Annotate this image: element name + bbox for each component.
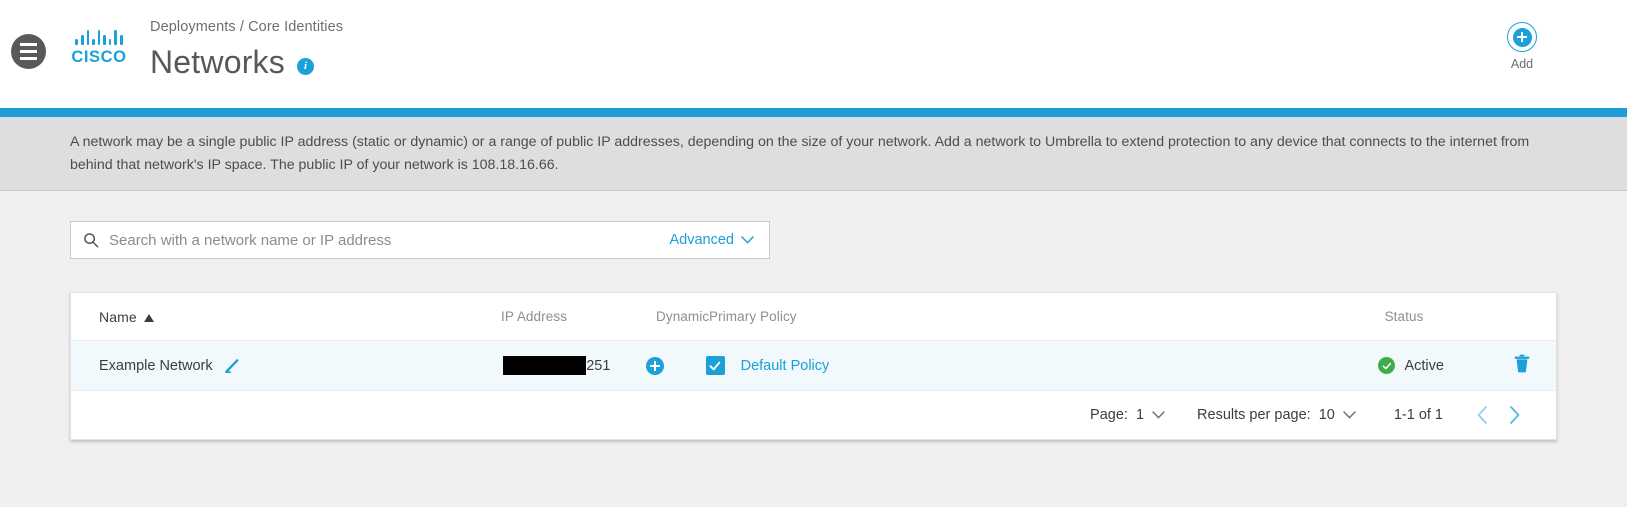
page-label: Page: bbox=[1090, 407, 1128, 423]
column-header-ip-address[interactable]: IP Address bbox=[501, 309, 656, 324]
info-banner-text: A network may be a single public IP addr… bbox=[70, 131, 1557, 177]
page-title-row: Networks i bbox=[150, 43, 314, 81]
page-selector[interactable]: Page: 1 bbox=[1090, 407, 1165, 423]
primary-policy-link[interactable]: Default Policy bbox=[741, 358, 830, 374]
plus-circle-small-icon[interactable] bbox=[646, 357, 664, 375]
cisco-wordmark: CISCO bbox=[63, 48, 135, 67]
breadcrumb[interactable]: Deployments / Core Identities bbox=[150, 19, 343, 35]
cisco-logo[interactable]: CISCO bbox=[63, 30, 135, 72]
plus-icon bbox=[1513, 28, 1532, 47]
chevron-down-icon bbox=[1343, 411, 1356, 419]
table-row[interactable]: Example Network 251 De bbox=[71, 341, 1556, 391]
dynamic-checkbox[interactable] bbox=[706, 356, 725, 375]
app-header: CISCO Deployments / Core Identities Netw… bbox=[0, 0, 1627, 108]
chevron-right-icon[interactable] bbox=[1509, 406, 1520, 424]
ip-redaction-bar bbox=[503, 356, 586, 375]
search-icon bbox=[83, 232, 99, 248]
chevron-left-icon[interactable] bbox=[1477, 406, 1488, 424]
results-per-page-label: Results per page: bbox=[1197, 407, 1311, 423]
pagination-arrows bbox=[1477, 406, 1520, 424]
chevron-down-icon bbox=[1152, 411, 1165, 419]
plus-circle-icon bbox=[1507, 22, 1537, 52]
column-header-name-label: Name bbox=[99, 309, 137, 325]
trash-icon[interactable] bbox=[1514, 354, 1530, 373]
cell-status: Active bbox=[1334, 357, 1488, 374]
page-value: 1 bbox=[1136, 407, 1144, 423]
column-header-name[interactable]: Name bbox=[99, 309, 501, 325]
networks-table: Name IP Address Dynamic Primary Policy S… bbox=[70, 292, 1557, 440]
cisco-bridge-icon bbox=[63, 30, 135, 45]
results-per-page-dropdown[interactable]: 10 bbox=[1319, 407, 1356, 423]
hamburger-icon[interactable] bbox=[11, 34, 46, 69]
hamburger-bar bbox=[20, 50, 37, 53]
results-per-page-value: 10 bbox=[1319, 407, 1335, 423]
cell-delete bbox=[1488, 354, 1556, 378]
hamburger-bar bbox=[20, 43, 37, 46]
cell-ip-address: 251 bbox=[487, 356, 638, 375]
pencil-icon[interactable] bbox=[224, 358, 240, 374]
page-dropdown[interactable]: 1 bbox=[1136, 407, 1165, 423]
accent-rule bbox=[0, 108, 1627, 117]
table-pagination: Page: 1 Results per page: 10 bbox=[71, 391, 1556, 439]
hamburger-bar bbox=[20, 57, 37, 60]
column-header-primary-policy[interactable]: Primary Policy bbox=[709, 309, 1324, 324]
cell-dynamic bbox=[689, 356, 741, 375]
chevron-down-icon bbox=[741, 236, 754, 244]
column-header-status[interactable]: Status bbox=[1324, 309, 1484, 324]
check-circle-icon bbox=[1378, 357, 1395, 374]
cell-primary-policy: Default Policy bbox=[741, 358, 1334, 374]
cell-ip-add bbox=[637, 357, 688, 375]
info-banner: A network may be a single public IP addr… bbox=[0, 117, 1627, 191]
sort-asc-caret-icon bbox=[144, 314, 154, 322]
advanced-search-label: Advanced bbox=[670, 232, 735, 248]
search-input[interactable] bbox=[107, 223, 670, 257]
page-title: Networks bbox=[150, 43, 285, 81]
results-per-page-selector[interactable]: Results per page: 10 bbox=[1197, 407, 1356, 423]
add-button[interactable]: Add bbox=[1487, 22, 1557, 71]
status-label: Active bbox=[1404, 358, 1444, 374]
info-icon[interactable]: i bbox=[297, 58, 314, 75]
advanced-search-toggle[interactable]: Advanced bbox=[670, 232, 758, 248]
ip-address-suffix: 251 bbox=[586, 358, 610, 374]
table-header-row: Name IP Address Dynamic Primary Policy S… bbox=[71, 293, 1556, 341]
check-icon bbox=[1381, 360, 1393, 372]
page-content: Advanced Name IP Address Dynamic Primary… bbox=[0, 221, 1627, 440]
cell-network-name: Example Network bbox=[99, 358, 487, 374]
check-icon bbox=[708, 359, 722, 373]
network-name-label: Example Network bbox=[99, 358, 213, 374]
results-range-label: 1-1 of 1 bbox=[1394, 407, 1443, 423]
add-button-label: Add bbox=[1487, 57, 1557, 71]
search-bar[interactable]: Advanced bbox=[70, 221, 770, 259]
column-header-dynamic[interactable]: Dynamic bbox=[656, 309, 709, 324]
